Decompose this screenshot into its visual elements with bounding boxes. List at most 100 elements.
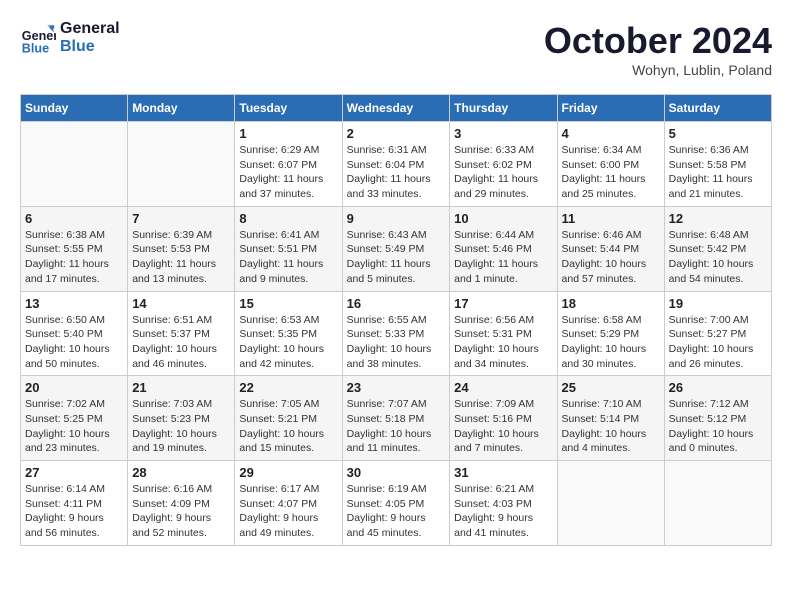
day-number: 17	[454, 296, 552, 311]
calendar-cell: 22 Sunrise: 7:05 AM Sunset: 5:21 PM Dayli…	[235, 376, 342, 461]
calendar-cell: 7Sunrise: 6:39 AM Sunset: 5:53 PM Daylig…	[128, 206, 235, 291]
calendar-cell: 24 Sunrise: 7:09 AM Sunset: 5:16 PM Dayli…	[450, 376, 557, 461]
day-number: 20	[25, 380, 123, 395]
day-detail: Sunrise: 6:38 AM Sunset: 5:55 PM Dayligh…	[25, 228, 123, 287]
day-header-thursday: Thursday	[450, 95, 557, 122]
day-number: 11	[562, 211, 660, 226]
day-number: 29	[239, 465, 337, 480]
day-detail: Sunrise: 6:51 AM Sunset: 5:37 PM Dayligh…	[132, 313, 230, 372]
day-number: 16	[347, 296, 446, 311]
day-detail: Sunrise: 6:34 AM Sunset: 6:00 PM Dayligh…	[562, 143, 660, 202]
day-number: 10	[454, 211, 552, 226]
calendar-cell: 8 Sunrise: 6:41 AM Sunset: 5:51 PM Daylig…	[235, 206, 342, 291]
day-detail: Sunrise: 6:29 AM Sunset: 6:07 PM Dayligh…	[239, 143, 337, 202]
day-number: 24	[454, 380, 552, 395]
day-number: 23	[347, 380, 446, 395]
day-detail: Sunrise: 6:39 AM Sunset: 5:53 PM Dayligh…	[132, 228, 230, 287]
day-number: 5	[669, 126, 767, 141]
calendar-cell: 15Sunrise: 6:53 AM Sunset: 5:35 PM Dayli…	[235, 291, 342, 376]
calendar-cell: 10 Sunrise: 6:44 AM Sunset: 5:46 PM Dayli…	[450, 206, 557, 291]
day-detail: Sunrise: 6:41 AM Sunset: 5:51 PM Dayligh…	[239, 228, 337, 287]
calendar-cell: 17Sunrise: 6:56 AM Sunset: 5:31 PM Dayli…	[450, 291, 557, 376]
calendar-body: 1 Sunrise: 6:29 AM Sunset: 6:07 PM Daylig…	[21, 122, 772, 546]
calendar-cell: 29 Sunrise: 6:17 AM Sunset: 4:07 PM Dayli…	[235, 461, 342, 546]
calendar-cell: 5 Sunrise: 6:36 AM Sunset: 5:58 PM Daylig…	[664, 122, 771, 207]
calendar-week-row: 20 Sunrise: 7:02 AM Sunset: 5:25 PM Dayli…	[21, 376, 772, 461]
day-header-monday: Monday	[128, 95, 235, 122]
day-detail: Sunrise: 6:43 AM Sunset: 5:49 PM Dayligh…	[347, 228, 446, 287]
calendar-cell: 6Sunrise: 6:38 AM Sunset: 5:55 PM Daylig…	[21, 206, 128, 291]
day-number: 28	[132, 465, 230, 480]
day-number: 31	[454, 465, 552, 480]
day-number: 25	[562, 380, 660, 395]
day-number: 8	[239, 211, 337, 226]
calendar-cell	[128, 122, 235, 207]
day-number: 26	[669, 380, 767, 395]
day-detail: Sunrise: 7:07 AM Sunset: 5:18 PM Dayligh…	[347, 397, 446, 456]
calendar-cell: 4 Sunrise: 6:34 AM Sunset: 6:00 PM Daylig…	[557, 122, 664, 207]
day-number: 22	[239, 380, 337, 395]
calendar-cell	[664, 461, 771, 546]
calendar-cell: 12 Sunrise: 6:48 AM Sunset: 5:42 PM Dayli…	[664, 206, 771, 291]
calendar-cell: 16Sunrise: 6:55 AM Sunset: 5:33 PM Dayli…	[342, 291, 450, 376]
calendar-table: SundayMondayTuesdayWednesdayThursdayFrid…	[20, 94, 772, 546]
calendar-cell: 14 Sunrise: 6:51 AM Sunset: 5:37 PM Dayli…	[128, 291, 235, 376]
calendar-cell: 30Sunrise: 6:19 AM Sunset: 4:05 PM Dayli…	[342, 461, 450, 546]
day-number: 12	[669, 211, 767, 226]
day-header-tuesday: Tuesday	[235, 95, 342, 122]
calendar-cell: 26 Sunrise: 7:12 AM Sunset: 5:12 PM Dayli…	[664, 376, 771, 461]
svg-text:Blue: Blue	[22, 41, 49, 55]
calendar-cell: 13Sunrise: 6:50 AM Sunset: 5:40 PM Dayli…	[21, 291, 128, 376]
day-detail: Sunrise: 6:46 AM Sunset: 5:44 PM Dayligh…	[562, 228, 660, 287]
day-header-sunday: Sunday	[21, 95, 128, 122]
day-header-wednesday: Wednesday	[342, 95, 450, 122]
calendar-header-row: SundayMondayTuesdayWednesdayThursdayFrid…	[21, 95, 772, 122]
day-detail: Sunrise: 6:17 AM Sunset: 4:07 PM Dayligh…	[239, 482, 337, 541]
day-number: 14	[132, 296, 230, 311]
calendar-cell: 9 Sunrise: 6:43 AM Sunset: 5:49 PM Daylig…	[342, 206, 450, 291]
day-number: 27	[25, 465, 123, 480]
calendar-cell: 18Sunrise: 6:58 AM Sunset: 5:29 PM Dayli…	[557, 291, 664, 376]
logo-icon: General Blue	[20, 20, 56, 56]
day-number: 2	[347, 126, 446, 141]
day-detail: Sunrise: 6:44 AM Sunset: 5:46 PM Dayligh…	[454, 228, 552, 287]
day-detail: Sunrise: 7:00 AM Sunset: 5:27 PM Dayligh…	[669, 313, 767, 372]
day-number: 4	[562, 126, 660, 141]
calendar-week-row: 6Sunrise: 6:38 AM Sunset: 5:55 PM Daylig…	[21, 206, 772, 291]
day-number: 30	[347, 465, 446, 480]
calendar-week-row: 1 Sunrise: 6:29 AM Sunset: 6:07 PM Daylig…	[21, 122, 772, 207]
calendar-cell: 23 Sunrise: 7:07 AM Sunset: 5:18 PM Dayli…	[342, 376, 450, 461]
day-detail: Sunrise: 6:48 AM Sunset: 5:42 PM Dayligh…	[669, 228, 767, 287]
day-detail: Sunrise: 6:16 AM Sunset: 4:09 PM Dayligh…	[132, 482, 230, 541]
day-number: 1	[239, 126, 337, 141]
day-detail: Sunrise: 7:02 AM Sunset: 5:25 PM Dayligh…	[25, 397, 123, 456]
logo: General Blue General Blue	[20, 20, 120, 56]
day-detail: Sunrise: 6:53 AM Sunset: 5:35 PM Dayligh…	[239, 313, 337, 372]
title-block: October 2024 Wohyn, Lublin, Poland	[544, 20, 772, 78]
calendar-cell: 20 Sunrise: 7:02 AM Sunset: 5:25 PM Dayli…	[21, 376, 128, 461]
day-detail: Sunrise: 6:36 AM Sunset: 5:58 PM Dayligh…	[669, 143, 767, 202]
calendar-week-row: 27 Sunrise: 6:14 AM Sunset: 4:11 PM Dayli…	[21, 461, 772, 546]
calendar-cell	[557, 461, 664, 546]
day-detail: Sunrise: 6:50 AM Sunset: 5:40 PM Dayligh…	[25, 313, 123, 372]
day-number: 9	[347, 211, 446, 226]
calendar-cell: 21Sunrise: 7:03 AM Sunset: 5:23 PM Dayli…	[128, 376, 235, 461]
calendar-cell: 27 Sunrise: 6:14 AM Sunset: 4:11 PM Dayli…	[21, 461, 128, 546]
day-detail: Sunrise: 7:05 AM Sunset: 5:21 PM Dayligh…	[239, 397, 337, 456]
day-detail: Sunrise: 7:12 AM Sunset: 5:12 PM Dayligh…	[669, 397, 767, 456]
calendar-cell: 2 Sunrise: 6:31 AM Sunset: 6:04 PM Daylig…	[342, 122, 450, 207]
logo-text-line1: General	[60, 20, 120, 38]
day-number: 19	[669, 296, 767, 311]
day-detail: Sunrise: 7:03 AM Sunset: 5:23 PM Dayligh…	[132, 397, 230, 456]
day-number: 18	[562, 296, 660, 311]
calendar-cell	[21, 122, 128, 207]
day-detail: Sunrise: 6:31 AM Sunset: 6:04 PM Dayligh…	[347, 143, 446, 202]
calendar-cell: 11 Sunrise: 6:46 AM Sunset: 5:44 PM Dayli…	[557, 206, 664, 291]
day-header-friday: Friday	[557, 95, 664, 122]
day-detail: Sunrise: 6:14 AM Sunset: 4:11 PM Dayligh…	[25, 482, 123, 541]
calendar-cell: 1 Sunrise: 6:29 AM Sunset: 6:07 PM Daylig…	[235, 122, 342, 207]
day-detail: Sunrise: 6:33 AM Sunset: 6:02 PM Dayligh…	[454, 143, 552, 202]
location-subtitle: Wohyn, Lublin, Poland	[544, 62, 772, 78]
logo-text-line2: Blue	[60, 38, 120, 56]
day-detail: Sunrise: 7:09 AM Sunset: 5:16 PM Dayligh…	[454, 397, 552, 456]
